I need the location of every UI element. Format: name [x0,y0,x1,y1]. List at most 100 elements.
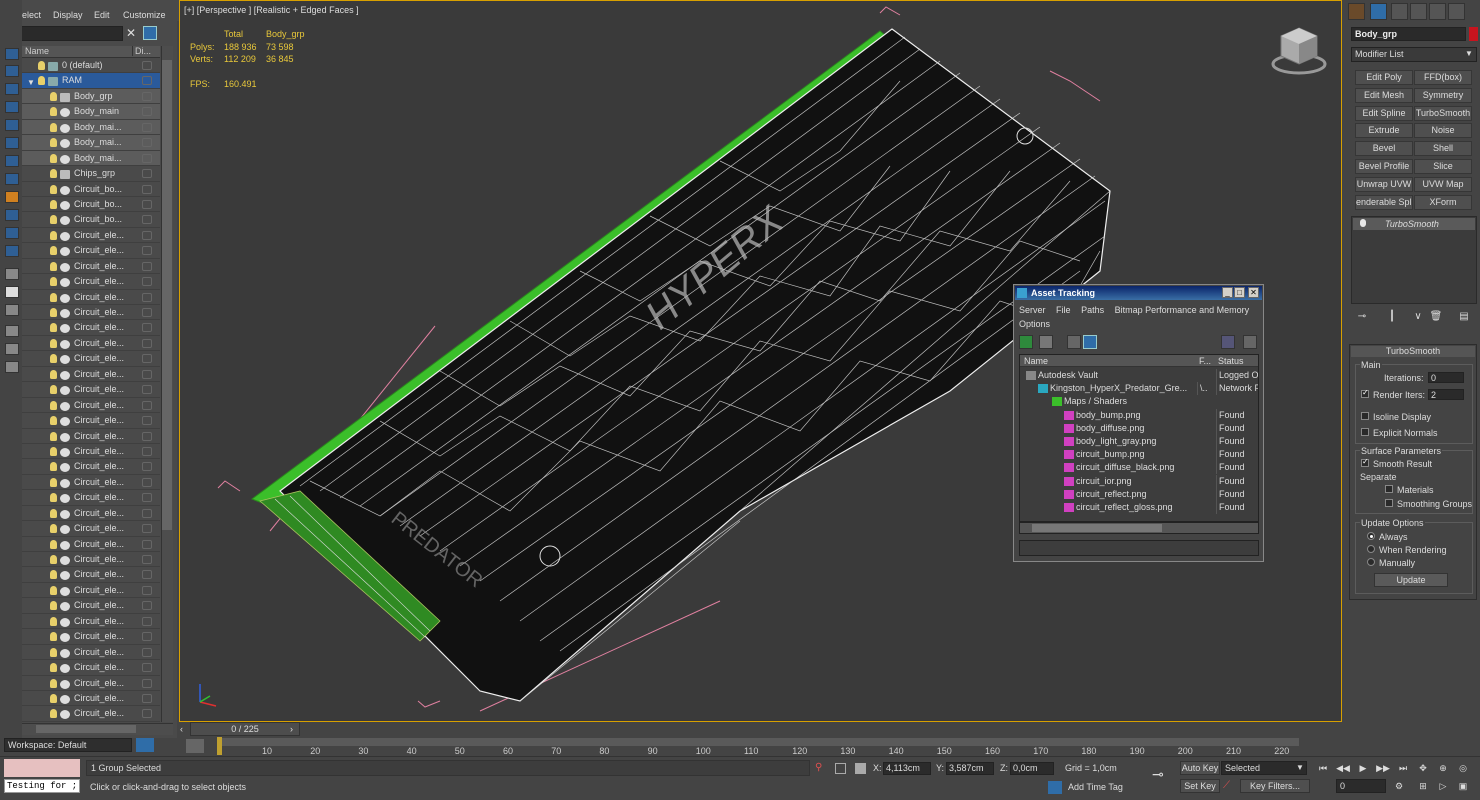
display-frozen-icon[interactable] [5,245,19,257]
modifier-list-dropdown[interactable]: Modifier List [1351,47,1477,62]
select-none-icon[interactable] [5,304,19,316]
lightbulb-icon[interactable] [50,601,57,611]
next-frame-icon[interactable]: ▶▶ [1376,762,1390,775]
object-name-field[interactable]: Body_grp [1351,27,1466,41]
column-name[interactable]: Name [25,46,129,56]
explorer-row[interactable]: Circuit_ele... [22,537,160,552]
explorer-row[interactable]: Circuit_ele... [22,274,160,290]
freeze-icon[interactable] [142,153,152,163]
lightbulb-icon[interactable] [50,632,57,642]
maxscript-listener-input[interactable]: Testing for ; [4,779,80,793]
at-menu-paths[interactable]: Paths [1081,305,1104,315]
turbosmooth-rollout-title[interactable]: TurboSmooth [1351,346,1475,357]
asset-row[interactable]: Maps / Shaders [1020,395,1258,408]
freeze-icon[interactable] [142,169,152,179]
key-icon[interactable]: ⊸ [1152,766,1164,783]
lightbulb-icon[interactable] [50,107,57,117]
modifier-button[interactable]: Edit Mesh [1355,87,1413,103]
freeze-icon[interactable] [142,277,152,287]
lightbulb-icon[interactable] [50,570,57,580]
lightbulb-icon[interactable] [50,230,57,240]
lightbulb-icon[interactable] [50,308,57,317]
pin-stack-icon[interactable]: ⊸ [1355,310,1369,324]
x-coordinate-field[interactable]: 4,113cm [883,762,931,775]
explorer-row[interactable]: 0 (default) [22,58,160,74]
explorer-row[interactable]: Circuit_ele... [22,398,160,414]
make-unique-icon[interactable]: ∨ [1411,310,1425,324]
asset-row[interactable]: circuit_reflect_gloss.png Found [1020,501,1258,514]
freeze-icon[interactable] [142,292,152,302]
freeze-icon[interactable] [142,663,152,673]
hierarchy-icon[interactable] [5,361,19,373]
at-col-f[interactable]: F... [1199,355,1211,367]
lightbulb-icon[interactable] [50,647,57,657]
explorer-row[interactable]: Circuit_ele... [22,259,160,275]
isoline-display-checkbox[interactable] [1361,412,1369,420]
field-of-view-icon[interactable]: ▷ [1436,780,1450,793]
lightbulb-icon[interactable] [50,246,57,256]
workspace-select[interactable]: Workspace: Default [4,738,132,752]
explorer-row[interactable]: Circuit_ele... [22,567,160,583]
dropdown-chevron-icon[interactable]: ▼ [1296,763,1304,772]
modifier-button[interactable]: UVW Map [1414,176,1472,192]
manually-radio[interactable] [1367,558,1375,566]
freeze-icon[interactable] [142,338,152,348]
viewport-label[interactable]: [+] [Perspective ] [Realistic + Edged Fa… [184,5,359,15]
lightbulb-icon[interactable] [50,122,57,132]
filter-icon[interactable] [143,26,157,40]
hierarchy-tab-icon[interactable] [1391,3,1408,20]
utilities-tab-icon[interactable] [1448,3,1465,20]
lightbulb-icon[interactable] [50,585,57,595]
display-shapes-icon[interactable] [5,83,19,95]
lightbulb-icon[interactable] [50,215,57,225]
lightbulb-icon[interactable] [50,446,57,456]
explorer-hscroll-thumb[interactable] [36,725,136,733]
modifier-button[interactable]: Slice [1414,159,1472,174]
add-time-tag[interactable]: Add Time Tag [1068,782,1123,792]
explorer-row[interactable]: Circuit_ele... [22,691,160,707]
freeze-icon[interactable] [142,369,152,379]
lightbulb-icon[interactable] [50,153,57,163]
lightbulb-icon[interactable] [50,338,57,348]
create-tab-icon[interactable] [1348,3,1365,20]
key-filters-button[interactable]: Key Filters... [1240,779,1310,793]
freeze-icon[interactable] [142,647,152,657]
lightbulb-icon[interactable] [50,385,57,395]
at-menu-file[interactable]: File [1056,305,1071,315]
iterations-spinner[interactable]: 0 [1428,372,1464,383]
time-tag-icon[interactable] [1048,781,1062,794]
selection-lock-icon[interactable] [835,763,846,774]
menu-edit[interactable]: Edit [94,10,110,20]
zoom-extents-icon[interactable]: ⊞ [1416,780,1430,793]
asset-row[interactable]: Kingston_HyperX_Predator_Gre... \.. Networ… [1020,382,1258,396]
lightbulb-icon[interactable] [38,76,45,86]
freeze-icon[interactable] [142,385,152,395]
display-spacewarps-icon[interactable] [5,155,19,167]
z-coordinate-field[interactable]: 0,0cm [1010,762,1054,775]
explorer-row[interactable]: Circuit_ele... [22,305,160,321]
close-icon[interactable]: ✕ [1248,287,1259,298]
modifier-button[interactable]: TurboSmooth [1414,105,1472,121]
explorer-row[interactable]: Circuit_ele... [22,429,160,444]
explorer-scroll-thumb[interactable] [162,60,172,530]
lightbulb-icon[interactable] [50,292,57,302]
display-lights-icon[interactable] [5,101,19,113]
menu-display[interactable]: Display [53,10,83,20]
freeze-icon[interactable] [142,416,152,426]
modifier-button[interactable]: enderable Splin [1355,194,1413,210]
explorer-row[interactable]: Circuit_ele... [22,351,160,367]
lightbulb-icon[interactable] [50,678,57,688]
asset-row[interactable]: body_light_gray.png Found [1020,435,1258,448]
explorer-row[interactable]: Chips_grp [22,166,160,182]
freeze-icon[interactable] [142,678,152,688]
modifier-button[interactable]: Unwrap UVW [1355,176,1413,192]
explorer-row[interactable]: Circuit_ele... [22,645,160,661]
modifier-button[interactable]: XForm [1414,194,1472,210]
chevron-down-icon[interactable]: ▼ [1465,49,1473,58]
asset-row[interactable]: circuit_reflect.png Found [1020,487,1258,501]
asset-row[interactable]: circuit_bump.png Found [1020,448,1258,462]
viewcube-icon[interactable] [1271,24,1327,76]
freeze-icon[interactable] [142,107,152,117]
explorer-row[interactable]: Circuit_ele... [22,382,160,398]
lightbulb-icon[interactable] [50,663,57,673]
